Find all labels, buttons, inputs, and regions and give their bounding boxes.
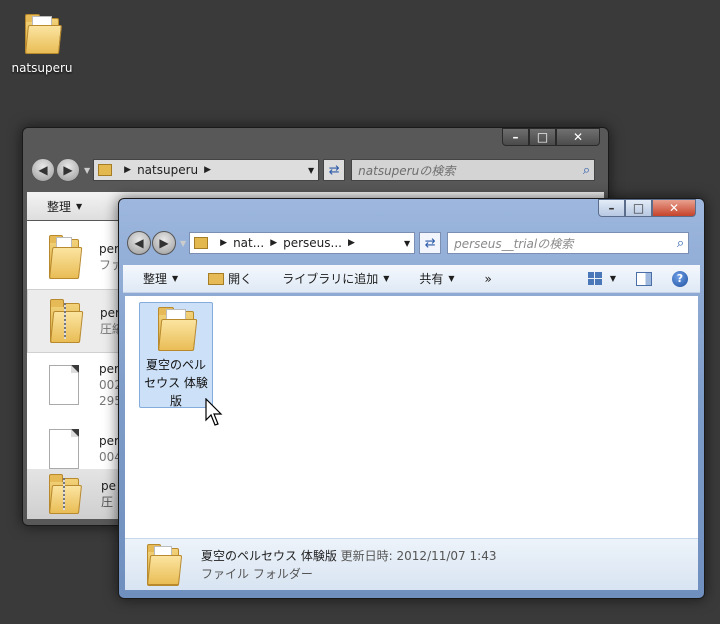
command-bar: 整理 ▼ 開く ライブラリに追加 ▼ 共有 ▼ » ▼ ? [123,265,700,293]
chevron-right-icon[interactable]: ▶ [348,238,355,248]
search-placeholder: natsuperuの検索 [358,163,456,178]
chevron-down-icon: ▼ [383,274,390,283]
folder-item-label: 夏空のペルセウス 体験版 [144,358,208,408]
back-arrow-icon: ◀ [134,236,144,250]
folder-icon [49,235,83,279]
address-dropdown-icon[interactable]: ▼ [308,166,314,175]
zip-folder-icon [49,474,83,514]
back-button[interactable]: ◀ [127,231,151,255]
chevron-down-icon: ▼ [172,274,179,283]
add-to-library-button[interactable]: ライブラリに追加 ▼ [282,270,389,287]
help-icon[interactable]: ? [672,270,688,287]
add-to-library-label: ライブラリに追加 [282,272,379,286]
navigation-bar: ◀ ▶ ▼ ▶ nat... ▶ perseus... ▶ ▼ ⇄ perseu… [127,231,696,255]
organize-label: 整理 [143,272,168,286]
details-type: ファイル フォルダー [201,566,313,581]
folder-icon [147,543,183,586]
chevron-right-icon[interactable]: ▶ [270,238,277,248]
chevron-right-icon: ▶ [124,165,132,175]
desktop-folder-label: natsuperu [11,61,73,75]
forward-arrow-icon: ▶ [159,236,169,250]
forward-button[interactable]: ▶ [56,158,80,182]
breadcrumb-segment[interactable]: nat... [233,236,264,250]
folder-icon [98,164,113,176]
caption-buttons: – □ ✕ [598,199,696,217]
chevron-down-icon: ▼ [76,201,83,211]
details-modified-label: 更新日時: [340,548,393,563]
file-icon [49,429,79,469]
search-input[interactable]: perseus__trialの検索 ⌕ [447,232,690,254]
magnifier-icon[interactable]: ⌕ [677,236,684,251]
refresh-button[interactable]: ⇄ [419,232,442,254]
magnifier-icon[interactable]: ⌕ [583,163,590,178]
details-pane: 夏空のペルセウス 体験版 更新日時: 2012/11/07 1:43 ファイル … [125,538,698,590]
folder-icon [158,307,198,351]
organize-button[interactable]: 整理 ▼ [47,198,82,215]
organize-label: 整理 [47,199,72,214]
maximize-button[interactable]: □ [529,128,556,146]
desktop-folder-natsuperu[interactable]: natsuperu [8,14,76,75]
folder-icon [25,14,63,54]
minimize-button[interactable]: – [502,128,529,146]
address-bar[interactable]: ▶ nat... ▶ perseus... ▶ ▼ [189,232,416,254]
minimize-button[interactable]: – [598,199,625,217]
file-icon [49,365,79,405]
details-name: pe [101,479,116,493]
change-view-icon[interactable] [587,272,602,285]
forward-button[interactable]: ▶ [152,231,176,255]
search-placeholder: perseus__trialの検索 [454,236,574,251]
address-bar[interactable]: ▶ natsuperu ▶ ▼ [93,159,320,181]
navigation-bar: ◀ ▶ ▼ ▶ natsuperu ▶ ▼ ⇄ natsuperuの検索 ⌕ [31,158,600,182]
caption-buttons: – □ ✕ [502,128,600,146]
address-segment[interactable]: natsuperu [137,163,198,177]
recent-pages-dropdown[interactable]: ▼ [180,239,186,248]
zip-folder-icon [50,299,84,343]
more-commands-button[interactable]: » [485,272,492,286]
folder-item-natsuzora[interactable]: 夏空のペルセウス 体験版 [139,302,213,408]
more-label: » [484,271,492,286]
view-dropdown-icon[interactable]: ▼ [610,274,616,283]
organize-button[interactable]: 整理 ▼ [143,270,178,287]
maximize-button[interactable]: □ [625,199,652,217]
chevron-down-icon: ▼ [448,274,455,283]
open-folder-icon [208,272,225,285]
close-button[interactable]: ✕ [652,199,696,217]
share-button[interactable]: 共有 ▼ [419,270,454,287]
back-arrow-icon: ◀ [38,163,48,177]
breadcrumb-segment[interactable]: perseus... [283,236,342,250]
refresh-button[interactable]: ⇄ [323,159,346,181]
open-button[interactable]: 開く [208,270,252,287]
share-label: 共有 [419,272,444,286]
mouse-cursor-icon [205,398,223,426]
recent-pages-dropdown[interactable]: ▼ [84,166,90,175]
details-name: 夏空のペルセウス 体験版 [201,548,337,563]
details-type: 圧 [101,495,114,509]
search-input[interactable]: natsuperuの検索 ⌕ [351,159,596,181]
details-modified-value: 2012/11/07 1:43 [396,548,497,563]
folder-icon [194,237,209,249]
back-button[interactable]: ◀ [31,158,55,182]
close-button[interactable]: ✕ [556,128,600,146]
address-dropdown-icon[interactable]: ▼ [404,239,410,248]
refresh-icon: ⇄ [328,162,340,178]
preview-pane-icon[interactable] [636,271,652,286]
refresh-icon: ⇄ [424,235,436,251]
open-label: 開く [228,272,253,286]
chevron-right-icon[interactable]: ▶ [204,165,211,175]
chevron-right-icon: ▶ [220,238,228,248]
forward-arrow-icon: ▶ [63,163,73,177]
